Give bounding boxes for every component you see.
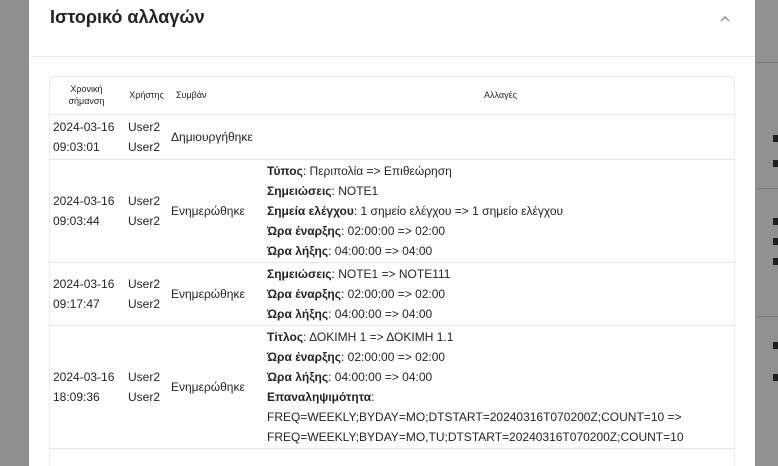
- timestamp-cell: 2024-03-16 09:03:01: [50, 114, 123, 160]
- table-row: 2024-03-16 09:03:01 User2 User2 Δημιουργ…: [50, 114, 734, 160]
- change-value: : 04:00:00 => 04:00: [328, 370, 433, 384]
- change-value: : 04:00:00 => 04:00: [328, 244, 433, 258]
- user-name: User2: [128, 214, 161, 228]
- change-line: Τύπος: Περιπολία => Επιθεώρηση: [267, 161, 734, 181]
- change-line: Ώρα έναρξης: 02:00:00 => 02:00: [267, 347, 734, 367]
- backdrop-text-fragment: [773, 342, 778, 349]
- event-cell: Ενημερώθηκε: [170, 159, 267, 263]
- change-field: Ώρα λήξης: [267, 307, 329, 321]
- change-value: : 02:00:00 => 02:00: [341, 224, 446, 238]
- change-field: Ώρα έναρξης: [267, 224, 341, 238]
- column-header-timestamp-line2: σήμανση: [68, 95, 105, 106]
- backdrop-divider: [755, 188, 778, 189]
- changes-cell: [267, 114, 734, 160]
- change-value: : NOTE1: [331, 184, 379, 198]
- column-header-user[interactable]: Χρήστης: [123, 77, 170, 115]
- column-header-event[interactable]: Συμβάν: [170, 77, 267, 115]
- column-header-timestamp[interactable]: Χρονική σήμανση: [50, 77, 123, 115]
- backdrop-text-fragment: [773, 374, 778, 381]
- user-cell: User2 User2: [123, 325, 170, 449]
- change-line-rrule: FREQ=WEEKLY;BYDAY=MO,TU;DTSTART=20240316…: [267, 430, 684, 444]
- backdrop-text-fragment: [773, 258, 778, 265]
- user-name: User2: [128, 140, 161, 154]
- change-line: Ώρα λήξης: 04:00:00 => 04:00: [267, 367, 734, 387]
- timestamp-cell: 2024-03-16 09:03:44: [50, 159, 123, 263]
- table-header-row: Χρονική σήμανση Χρήστης Συμβάν Αλλαγές: [50, 77, 734, 115]
- backdrop-text-fragment: [773, 160, 778, 167]
- event-cell: Ενημερώθηκε: [170, 262, 267, 326]
- history-modal: Ιστορικό αλλαγών Χρονική σήμανση Χρήστης: [29, 0, 755, 466]
- change-line: Ώρα έναρξης: 02:00:00 => 02:00: [267, 221, 734, 241]
- user-cell: User2 User2: [123, 159, 170, 263]
- change-field: Επαναληψιμότητα: [267, 390, 372, 404]
- change-field: Τίτλος: [267, 330, 304, 344]
- timestamp-cell: 2024-03-16 18:09:36: [50, 325, 123, 449]
- timestamp-time: 18:09:36: [53, 390, 100, 404]
- change-value: : 1 σημείο ελέγχου => 1 σημείο ελέγχου: [353, 204, 564, 218]
- user-name: User2: [128, 120, 161, 134]
- backdrop-divider: [755, 62, 778, 63]
- change-line: Επαναληψιμότητα:: [267, 387, 734, 407]
- backdrop-divider: [755, 316, 778, 317]
- user-cell: User2 User2: [123, 262, 170, 326]
- change-field: Ώρα λήξης: [267, 244, 329, 258]
- user-name: User2: [128, 390, 161, 404]
- user-name: User2: [128, 194, 161, 208]
- change-line: Ώρα λήξης: 04:00:00 => 04:00: [267, 304, 734, 324]
- timestamp-date: 2024-03-16: [53, 194, 115, 208]
- timestamp-date: 2024-03-16: [53, 120, 115, 134]
- change-value: : ΔΟΚΙΜΗ 1 => ΔΟΚΙΜΗ 1.1: [303, 330, 454, 344]
- timestamp-time: 09:17:47: [53, 297, 100, 311]
- modal-title: Ιστορικό αλλαγών: [50, 7, 205, 27]
- changes-cell: Τίτλος: ΔΟΚΙΜΗ 1 => ΔΟΚΙΜΗ 1.1 Ώρα έναρξ…: [267, 325, 734, 449]
- change-line: Τίτλος: ΔΟΚΙΜΗ 1 => ΔΟΚΙΜΗ 1.1: [267, 327, 734, 347]
- change-line: Σημειώσεις: NOTE1 => NOTE111: [267, 264, 734, 284]
- chevron-up-icon[interactable]: [719, 14, 731, 24]
- change-line: Ώρα λήξης: 04:00:00 => 04:00: [267, 241, 734, 261]
- user-name: User2: [128, 277, 161, 291]
- change-value: : 02:00:00 => 02:00: [341, 287, 446, 301]
- change-value: : 02:00:00 => 02:00: [341, 350, 446, 364]
- user-name: User2: [128, 297, 161, 311]
- backdrop-text-fragment: [773, 135, 778, 142]
- event-cell: Ενημερώθηκε: [170, 325, 267, 449]
- table-row: 2024-03-16 09:17:47 User2 User2 Ενημερώθ…: [50, 262, 734, 326]
- history-table-container: Χρονική σήμανση Χρήστης Συμβάν Αλλαγές 2…: [49, 76, 735, 466]
- change-value: : NOTE1 => NOTE111: [331, 267, 451, 281]
- change-line-rrule: FREQ=WEEKLY;BYDAY=MO;DTSTART=20240316T07…: [267, 410, 682, 424]
- change-value: :: [371, 390, 375, 404]
- event-cell: Δημιουργήθηκε: [170, 114, 267, 160]
- changes-cell: Σημειώσεις: NOTE1 => NOTE111 Ώρα έναρξης…: [267, 262, 734, 326]
- change-field: Σημεία ελέγχου: [267, 204, 354, 218]
- backdrop-text-fragment: [773, 238, 778, 245]
- history-table: Χρονική σήμανση Χρήστης Συμβάν Αλλαγές 2…: [50, 77, 734, 449]
- table-row: 2024-03-16 09:03:44 User2 User2 Ενημερώθ…: [50, 159, 734, 263]
- change-field: Σημειώσεις: [267, 184, 332, 198]
- change-value: : 04:00:00 => 04:00: [328, 307, 433, 321]
- user-name: User2: [128, 370, 161, 384]
- table-row: 2024-03-16 18:09:36 User2 User2 Ενημερώθ…: [50, 325, 734, 449]
- change-field: Ώρα λήξης: [267, 370, 329, 384]
- change-field: Ώρα έναρξης: [267, 350, 341, 364]
- modal-header: Ιστορικό αλλαγών: [29, 0, 755, 57]
- change-line: Σημειώσεις: NOTE1: [267, 181, 734, 201]
- change-line: Σημεία ελέγχου: 1 σημείο ελέγχου => 1 ση…: [267, 201, 734, 221]
- backdrop-text-fragment: [773, 218, 778, 225]
- timestamp-date: 2024-03-16: [53, 370, 115, 384]
- column-header-changes[interactable]: Αλλαγές: [267, 77, 734, 115]
- timestamp-time: 09:03:01: [53, 140, 100, 154]
- change-line: Ώρα έναρξης: 02:00:00 => 02:00: [267, 284, 734, 304]
- change-value: : Περιπολία => Επιθεώρηση: [302, 164, 452, 178]
- column-header-timestamp-line1: Χρονική: [70, 83, 103, 94]
- backdrop-right: [755, 0, 778, 466]
- timestamp-cell: 2024-03-16 09:17:47: [50, 262, 123, 326]
- timestamp-date: 2024-03-16: [53, 277, 115, 291]
- change-field: Σημειώσεις: [267, 267, 332, 281]
- change-field: Τύπος: [267, 164, 303, 178]
- user-cell: User2 User2: [123, 114, 170, 160]
- changes-cell: Τύπος: Περιπολία => Επιθεώρηση Σημειώσει…: [267, 159, 734, 263]
- change-field: Ώρα έναρξης: [267, 287, 341, 301]
- timestamp-time: 09:03:44: [53, 214, 100, 228]
